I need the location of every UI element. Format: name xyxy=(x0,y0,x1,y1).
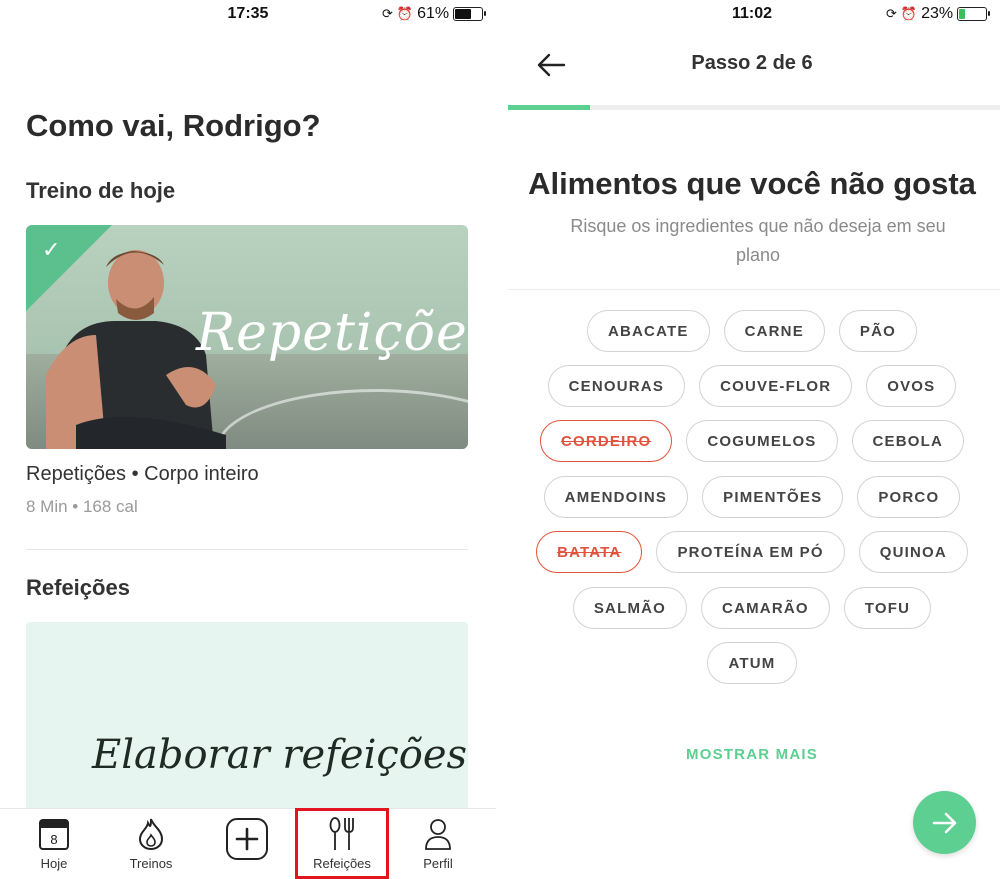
workout-card[interactable]: ✓ Repetições xyxy=(26,225,468,449)
status-right: ⟳ ⏰ 23% xyxy=(886,5,991,23)
battery-percent: 61% xyxy=(417,5,450,22)
header-divider xyxy=(508,289,1000,290)
ingredient-chip[interactable]: PROTEÍNA EM PÓ xyxy=(656,531,845,573)
alarm-icon: ⏰ xyxy=(396,6,414,21)
next-button[interactable] xyxy=(913,791,976,854)
ingredient-chip[interactable]: CENOURAS xyxy=(547,365,686,407)
battery-percent: 23% xyxy=(921,5,954,22)
step-indicator: Passo 2 de 6 xyxy=(691,52,813,74)
check-icon: ✓ xyxy=(42,237,61,262)
refeicoes-tab-highlight xyxy=(295,808,389,879)
card-script-title: Repetições xyxy=(196,303,468,363)
arrow-right-icon xyxy=(932,812,956,833)
food-preferences-screen: 11:02 ⟳ ⏰ 23% Passo 2 de 6 Alimentos que… xyxy=(504,0,1000,879)
rotation-lock-icon: ⟳ xyxy=(886,6,897,21)
progress-fill xyxy=(508,105,591,110)
flame-icon xyxy=(138,818,164,851)
tab-bar: 8 Hoje Treinos Refeições Perfil xyxy=(0,808,496,879)
page-subtitle: Risque os ingredientes que não deseja em… xyxy=(570,216,946,265)
status-bar: 11:02 ⟳ ⏰ 23% xyxy=(504,0,1000,28)
tab-label: Hoje xyxy=(40,856,68,871)
ingredient-chip[interactable]: SALMÃO xyxy=(572,587,688,629)
chip-row: SALMÃO CAMARÃO TOFU xyxy=(504,587,1000,629)
ingredient-chip[interactable]: CAMARÃO xyxy=(701,587,830,629)
svg-text:8: 8 xyxy=(50,832,57,847)
tab-hoje[interactable]: 8 Hoje xyxy=(14,815,94,871)
ingredient-chip[interactable]: TOFU xyxy=(843,587,932,629)
ingredient-chip[interactable]: PÃO xyxy=(838,310,918,352)
workout-name[interactable]: Repetições • Corpo inteiro xyxy=(26,463,259,486)
ingredient-chip[interactable]: CORDEIRO xyxy=(539,420,673,462)
tab-label: Treinos xyxy=(129,856,173,871)
tab-treinos[interactable]: Treinos xyxy=(111,815,191,871)
ingredient-chip[interactable]: ABACATE xyxy=(586,310,710,352)
rotation-lock-icon: ⟳ xyxy=(382,6,393,21)
ingredient-chip[interactable]: BATATA xyxy=(536,531,643,573)
meal-card-script: Elaborar refeições xyxy=(92,732,468,778)
ingredient-chip[interactable]: PIMENTÕES xyxy=(702,476,844,518)
today-workout-heading: Treino de hoje xyxy=(26,178,176,203)
top-nav: Passo 2 de 6 xyxy=(504,40,1000,88)
progress-bar xyxy=(508,105,1000,110)
ingredient-chip[interactable]: PORCO xyxy=(857,476,961,518)
battery-charging-icon xyxy=(957,7,991,21)
chip-row: ABACATE CARNE PÃO xyxy=(504,310,1000,352)
status-right: ⟳ ⏰ 61% xyxy=(382,5,487,23)
chip-row: AMENDOINS PIMENTÕES PORCO xyxy=(504,476,1000,518)
chip-row: CENOURAS COUVE-FLOR OVOS xyxy=(504,365,1000,407)
calendar-icon: 8 xyxy=(39,819,69,850)
greeting-title: Como vai, Rodrigo? xyxy=(26,108,321,143)
section-divider xyxy=(26,549,468,550)
user-icon xyxy=(425,819,451,850)
workout-meta: 8 Min • 168 cal xyxy=(26,497,138,516)
screen-separator xyxy=(496,0,504,879)
show-more-button[interactable]: MOSTRAR MAIS xyxy=(504,746,1000,763)
ingredient-chip[interactable]: ATUM xyxy=(707,642,797,684)
completed-badge xyxy=(26,225,112,311)
tab-label: Perfil xyxy=(423,856,453,871)
ingredient-chip[interactable]: OVOS xyxy=(866,365,957,407)
plus-icon xyxy=(226,818,268,860)
page-title: Alimentos que você não gosta xyxy=(528,166,976,201)
ingredient-chip[interactable]: COGUMELOS xyxy=(686,420,838,462)
meal-plan-card[interactable]: Elaborar refeições xyxy=(26,622,468,822)
alarm-icon: ⏰ xyxy=(900,6,918,21)
tab-perfil[interactable]: Perfil xyxy=(398,815,478,871)
chip-row: ATUM xyxy=(504,642,1000,684)
ingredient-chip[interactable]: CARNE xyxy=(723,310,825,352)
chip-row: CORDEIRO COGUMELOS CEBOLA xyxy=(504,420,1000,462)
meals-heading: Refeições xyxy=(26,575,130,600)
ingredient-chip[interactable]: COUVE-FLOR xyxy=(699,365,853,407)
tab-add[interactable] xyxy=(207,815,287,863)
battery-icon xyxy=(453,7,487,21)
status-bar: 17:35 ⟳ ⏰ 61% xyxy=(0,0,496,28)
chip-row: BATATA PROTEÍNA EM PÓ QUINOA xyxy=(504,531,1000,573)
ingredient-chip[interactable]: AMENDOINS xyxy=(543,476,689,518)
ingredient-chip[interactable]: QUINOA xyxy=(858,531,968,573)
ingredient-chip[interactable]: CEBOLA xyxy=(851,420,965,462)
home-screen: 17:35 ⟳ ⏰ 61% Como vai, Rodrigo? Treino … xyxy=(0,0,496,879)
